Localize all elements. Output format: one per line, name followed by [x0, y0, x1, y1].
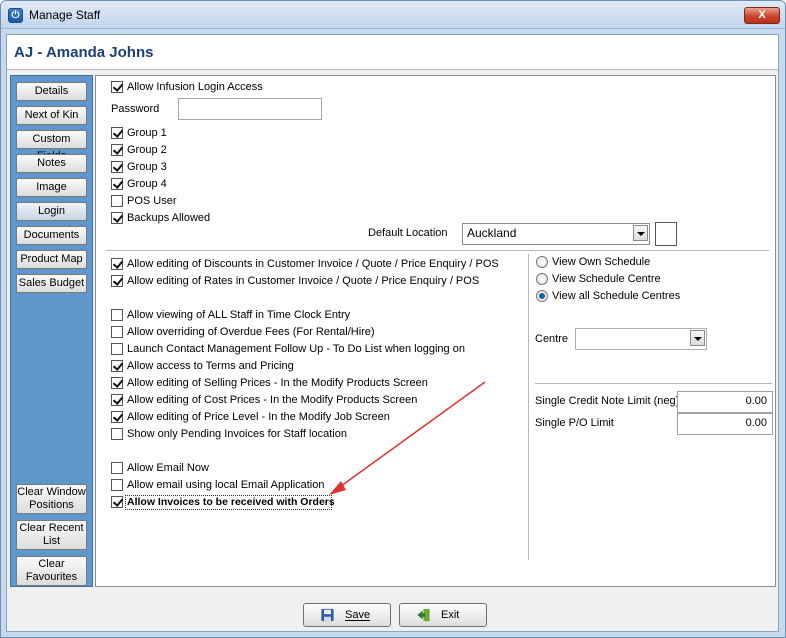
group-2-label: Group 2 [127, 144, 167, 156]
nav-details-button[interactable]: Details [16, 82, 87, 101]
view-all-schedule-centres-radio[interactable] [536, 290, 548, 302]
password-label: Password [111, 103, 160, 115]
group-4-checkbox[interactable] [111, 178, 123, 190]
allow-login-checkbox[interactable] [111, 81, 123, 93]
po-limit-label: Single P/O Limit [535, 417, 614, 429]
clear-recent-list-line2: List [42, 535, 61, 547]
power-icon: ⏻ [8, 8, 23, 23]
invoices-with-orders-label: Allow Invoices to be received with Order… [127, 496, 335, 508]
save-button[interactable]: Save [303, 603, 391, 627]
po-limit-field[interactable]: 0.00 [677, 413, 773, 435]
group-3-checkbox[interactable] [111, 161, 123, 173]
group-2-checkbox[interactable] [111, 144, 123, 156]
default-location-select[interactable]: Auckland [462, 223, 650, 245]
login-settings-panel: Allow Infusion Login Access Password Gro… [95, 75, 776, 587]
allow-edit-discounts-checkbox[interactable] [111, 258, 123, 270]
exit-icon [417, 608, 430, 622]
nav-documents-button[interactable]: Documents [16, 226, 87, 245]
allow-edit-discounts-label: Allow editing of Discounts in Customer I… [127, 258, 499, 270]
backups-allowed-checkbox[interactable] [111, 212, 123, 224]
group-1-checkbox[interactable] [111, 127, 123, 139]
clear-favourites-button[interactable]: Clear Favourites [16, 556, 87, 586]
pos-user-checkbox[interactable] [111, 195, 123, 207]
allow-edit-rates-checkbox[interactable] [111, 275, 123, 287]
local-email-app-checkbox[interactable] [111, 479, 123, 491]
edit-selling-prices-label: Allow editing of Selling Prices - In the… [127, 377, 428, 389]
exit-label: Exit [441, 609, 460, 621]
nav-next-of-kin-button[interactable]: Next of Kin [16, 106, 87, 125]
divider [106, 250, 769, 251]
clear-window-positions-button[interactable]: Clear Window Positions [16, 484, 87, 514]
group-3-label: Group 3 [127, 161, 167, 173]
pos-user-label: POS User [127, 195, 177, 207]
view-own-schedule-label: View Own Schedule [552, 256, 651, 268]
allow-email-now-label: Allow Email Now [127, 462, 209, 474]
left-nav-panel: Details Next of Kin Custom Fields Notes … [10, 75, 93, 587]
clear-window-positions-line1: Clear Window [17, 486, 86, 498]
launch-follow-up-checkbox[interactable] [111, 343, 123, 355]
override-overdue-fees-checkbox[interactable] [111, 326, 123, 338]
password-field[interactable] [178, 98, 322, 120]
pending-invoices-checkbox[interactable] [111, 428, 123, 440]
limits-divider [535, 383, 772, 384]
nav-custom-fields-button[interactable]: Custom Fields [16, 130, 87, 162]
credit-note-limit-field[interactable]: 0.00 [677, 391, 773, 413]
edit-price-level-checkbox[interactable] [111, 411, 123, 423]
clear-recent-list-button[interactable]: Clear Recent List [16, 520, 87, 550]
backups-allowed-label: Backups Allowed [127, 212, 211, 224]
view-schedule-centre-radio[interactable] [536, 273, 548, 285]
group-1-label: Group 1 [127, 127, 167, 139]
view-all-schedule-centres-label: View all Schedule Centres [552, 290, 681, 302]
centre-label: Centre [535, 333, 569, 345]
invoices-with-orders-checkbox[interactable] [111, 496, 123, 508]
nav-image-button[interactable]: Image [16, 178, 87, 197]
exit-button[interactable]: Exit [399, 603, 487, 627]
view-all-staff-label: Allow viewing of ALL Staff in Time Clock… [127, 309, 351, 321]
client-area: AJ - Amanda Johns Details Next of Kin Cu… [6, 34, 779, 632]
launch-follow-up-label: Launch Contact Management Follow Up - To… [127, 343, 465, 355]
staff-name: AJ - Amanda Johns [14, 44, 154, 61]
title-bar: ⏻ Manage Staff X [1, 1, 785, 29]
nav-login-button[interactable]: Login [16, 202, 87, 221]
close-button[interactable]: X [744, 7, 780, 24]
chevron-down-icon [633, 225, 648, 241]
floppy-disk-icon [321, 608, 334, 622]
group-4-label: Group 4 [127, 178, 167, 190]
override-overdue-fees-label: Allow overriding of Overdue Fees (For Re… [127, 326, 375, 338]
column-divider [528, 254, 529, 560]
clear-favourites-line2: Favourites [25, 571, 78, 583]
default-location-label: Default Location [368, 227, 448, 239]
edit-selling-prices-checkbox[interactable] [111, 377, 123, 389]
location-color-swatch[interactable] [655, 222, 677, 246]
manage-staff-window: ⏻ Manage Staff X AJ - Amanda Johns Detai… [0, 0, 786, 638]
clear-recent-list-line1: Clear Recent [19, 522, 84, 534]
view-all-staff-checkbox[interactable] [111, 309, 123, 321]
centre-select[interactable] [575, 328, 707, 350]
allow-login-label: Allow Infusion Login Access [127, 81, 263, 93]
allow-email-now-checkbox[interactable] [111, 462, 123, 474]
credit-note-limit-label: Single Credit Note Limit (neg) [535, 395, 680, 407]
edit-cost-prices-label: Allow editing of Cost Prices - In the Mo… [127, 394, 418, 406]
edit-price-level-label: Allow editing of Price Level - In the Mo… [127, 411, 390, 423]
pending-invoices-label: Show only Pending Invoices for Staff loc… [127, 428, 347, 440]
clear-window-positions-line2: Positions [29, 499, 74, 511]
window-title: Manage Staff [29, 8, 101, 22]
allow-edit-rates-label: Allow editing of Rates in Customer Invoi… [127, 275, 480, 287]
chevron-down-icon [690, 330, 705, 346]
nav-product-map-button[interactable]: Product Map [16, 250, 87, 269]
edit-cost-prices-checkbox[interactable] [111, 394, 123, 406]
header-bar: AJ - Amanda Johns [7, 35, 778, 70]
access-terms-pricing-checkbox[interactable] [111, 360, 123, 372]
save-label: Save [345, 609, 371, 621]
default-location-value: Auckland [467, 226, 517, 240]
local-email-app-label: Allow email using local Email Applicatio… [127, 479, 325, 491]
view-schedule-centre-label: View Schedule Centre [552, 273, 661, 285]
nav-sales-budget-button[interactable]: Sales Budget [16, 274, 87, 293]
access-terms-pricing-label: Allow access to Terms and Pricing [127, 360, 294, 372]
nav-notes-button[interactable]: Notes [16, 154, 87, 173]
view-own-schedule-radio[interactable] [536, 256, 548, 268]
clear-favourites-line1: Clear [38, 558, 65, 570]
